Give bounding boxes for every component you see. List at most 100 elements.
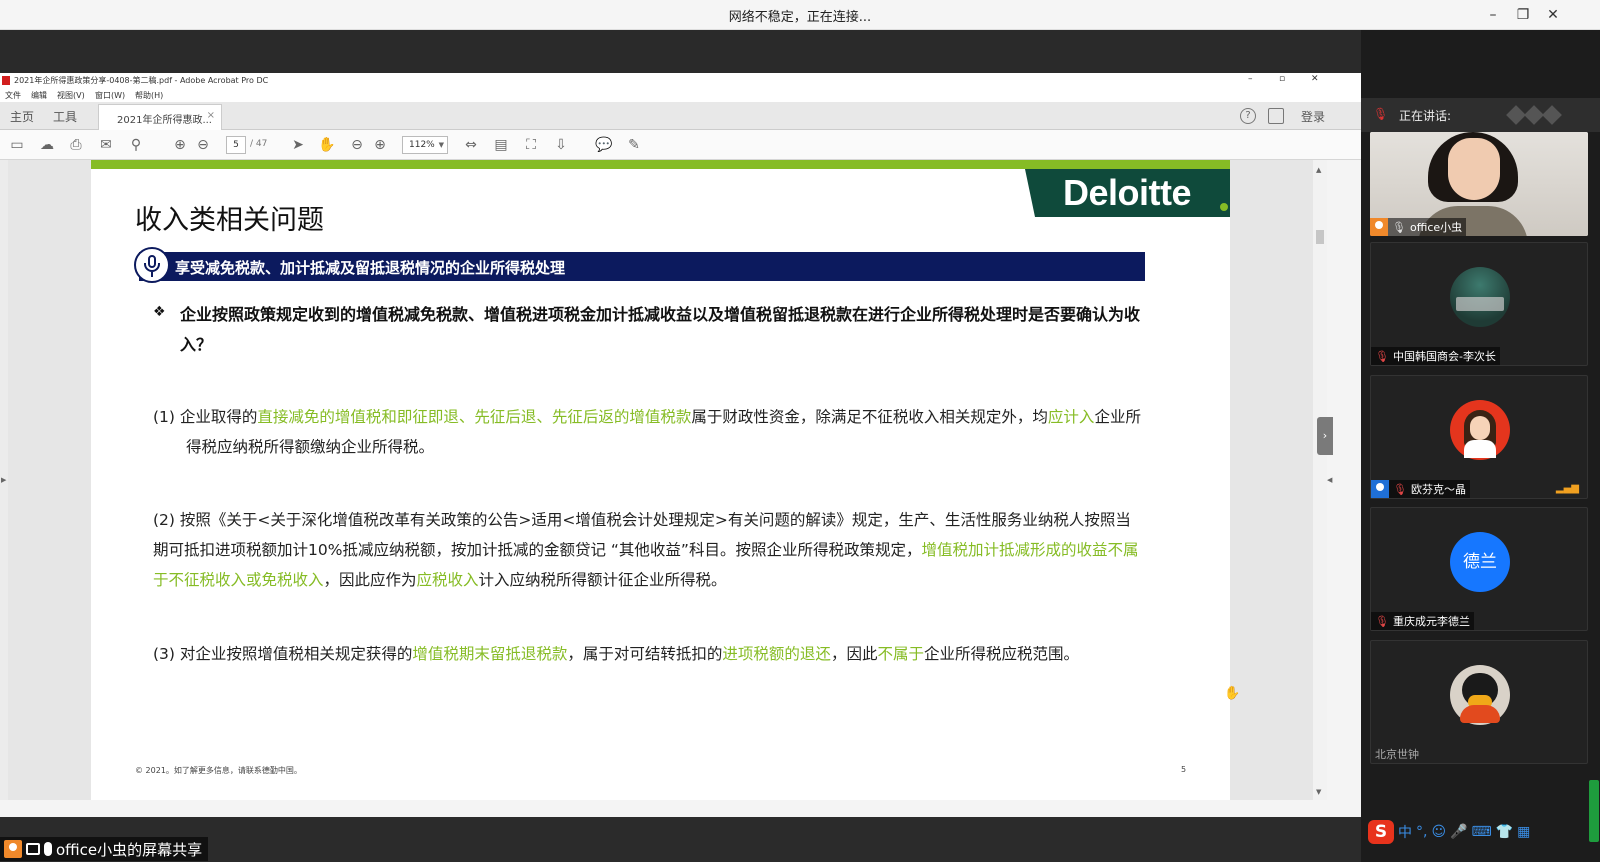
punctuation-icon[interactable]: °,: [1416, 824, 1427, 840]
hand-cursor-icon: ✋: [1224, 686, 1241, 701]
user-icon: [1371, 480, 1389, 498]
avatar: 德兰: [1450, 532, 1510, 592]
voice-input-icon[interactable]: 🎤: [1450, 824, 1467, 840]
email-icon[interactable]: ✉: [97, 136, 115, 154]
tab-home[interactable]: 主页: [10, 108, 34, 125]
p3-highlight: 不属于: [877, 645, 924, 663]
menu-window[interactable]: 窗口(W): [95, 90, 125, 101]
skin-icon[interactable]: 👕: [1496, 824, 1513, 840]
zoom-in-icon[interactable]: ⊕: [371, 136, 389, 154]
keyboard-icon[interactable]: ⌨: [1472, 824, 1492, 840]
comment-icon[interactable]: 💬: [595, 136, 613, 154]
page-number: 5: [1181, 765, 1187, 774]
menu-file[interactable]: 文件: [5, 90, 21, 101]
expand-left-icon: ▶: [1, 476, 7, 484]
vertical-scrollbar[interactable]: ▲ ▼: [1313, 160, 1327, 800]
zoom-out-icon[interactable]: ⊖: [348, 136, 366, 154]
share-top-gap: [0, 30, 1361, 73]
mobile-icon[interactable]: [1268, 108, 1284, 124]
muted-mic-icon: 🎙: [1393, 482, 1407, 496]
fit-page-icon[interactable]: ▤: [492, 136, 510, 154]
right-pane: ◀: [1327, 160, 1361, 800]
p3-text: (3) 对企业按照增值税相关规定获得的: [153, 645, 413, 663]
cloud-upload-icon[interactable]: ☁: [38, 136, 56, 154]
acrobat-minimize-button[interactable]: –: [1248, 74, 1253, 84]
participant-name-tag: 北京世钟: [1371, 745, 1423, 763]
help-icon[interactable]: ?: [1240, 108, 1256, 124]
scroll-up-icon[interactable]: ▲: [1316, 166, 1321, 174]
left-panel-edge[interactable]: ▶: [0, 160, 8, 800]
restore-button[interactable]: ❐: [1510, 4, 1536, 26]
participant-tile[interactable]: 德兰 🎙 重庆成元李德兰: [1370, 507, 1588, 631]
p2-highlight: 应税收入: [416, 571, 479, 589]
acrobat-close-button[interactable]: ✕: [1311, 74, 1319, 84]
page-total: / 47: [250, 139, 268, 149]
document-view[interactable]: Deloitte 收入类相关问题 享受减免税款、加计抵减及留抵退税情况的企业所得…: [8, 160, 1313, 800]
tab-document[interactable]: 2021年企所得惠政... ×: [98, 104, 222, 130]
tab-document-label: 2021年企所得惠政...: [117, 115, 212, 126]
zoom-select[interactable]: 112% ▼: [402, 136, 448, 154]
scroll-thumb[interactable]: [1316, 230, 1324, 244]
panel-toggle-button[interactable]: ›: [1317, 417, 1333, 455]
participant-name: 中国韩国商会-李次长: [1392, 350, 1496, 363]
participant-name-tag: 🎙 重庆成元李德兰: [1371, 612, 1474, 630]
microphone-icon: [44, 842, 52, 856]
scroll-mode-icon[interactable]: ⇩: [552, 136, 570, 154]
acrobat-tabbar: 主页 工具 2021年企所得惠政... × ? 登录: [0, 102, 1361, 130]
collapse-right-icon[interactable]: ◀: [1327, 476, 1332, 484]
menu-view[interactable]: 视图(V): [57, 90, 85, 101]
acrobat-toolbar: ▭ ☁ ⎙ ✉ ⚲ ⊕ ⊖ 5 / 47 ➤ ✋ ⊖ ⊕ 112% ▼ ⇔ ▤ …: [0, 130, 1361, 160]
page-number-input[interactable]: 5: [226, 136, 246, 154]
muted-mic-icon: 🎙: [1375, 349, 1389, 363]
save-icon[interactable]: ▭: [8, 136, 26, 154]
participant-tile[interactable]: 🎙 欧芬克～晶 ▂▄▆: [1370, 375, 1588, 499]
login-link[interactable]: 登录: [1301, 108, 1325, 125]
top-accent-bar: [91, 160, 1230, 169]
participant-name: 欧芬克～晶: [1410, 483, 1466, 496]
muted-mic-icon: 🎙: [1373, 107, 1389, 121]
print-icon[interactable]: ⎙: [67, 136, 85, 154]
toolbox-icon[interactable]: ▦: [1517, 824, 1530, 840]
zoom-value: 112%: [409, 140, 435, 150]
menu-edit[interactable]: 编辑: [31, 90, 47, 101]
chevron-down-icon: ▼: [438, 141, 444, 149]
brand-dot: [1220, 203, 1228, 211]
diamond-bullet-icon: ❖: [153, 304, 166, 320]
search-icon[interactable]: ⚲: [127, 136, 145, 154]
ime-tray: S 中 °, ☺ 🎤 ⌨ 👕 ▦: [1366, 818, 1600, 846]
participant-tile[interactable]: 🎙 office小虫: [1370, 132, 1588, 236]
participant-name-tag: 🎙 中国韩国商会-李次长: [1371, 347, 1500, 365]
brand-logo: Deloitte: [1063, 172, 1192, 213]
avatar: [1450, 400, 1510, 460]
fit-width-icon[interactable]: ⇔: [462, 136, 480, 154]
acrobat-menubar: 文件 编辑 视图(V) 窗口(W) 帮助(H): [0, 88, 1361, 102]
tab-tools[interactable]: 工具: [53, 108, 77, 125]
select-tool-icon[interactable]: ➤: [289, 136, 307, 154]
pen-icon[interactable]: ✎: [625, 136, 643, 154]
microphone-icon: [134, 247, 170, 283]
page-title: 收入类相关问题: [135, 205, 324, 236]
participant-tile[interactable]: 🎙 中国韩国商会-李次长: [1370, 242, 1588, 366]
menu-help[interactable]: 帮助(H): [135, 90, 163, 101]
tab-close-icon[interactable]: ×: [207, 110, 215, 121]
participant-tile[interactable]: 北京世钟: [1370, 640, 1588, 764]
ime-mode-label[interactable]: 中: [1398, 822, 1412, 842]
acrobat-maximize-button[interactable]: ▫: [1279, 74, 1285, 84]
participant-name-tag: 🎙 欧芬克～晶: [1371, 480, 1470, 498]
acrobat-window: 2021年企所得惠政策分享-0408-第二稿.pdf - Adobe Acrob…: [0, 73, 1361, 817]
next-page-icon[interactable]: ⊖: [194, 136, 212, 154]
share-label-text: office小虫的屏幕共享: [56, 840, 203, 859]
p1-text: 属于财政性资金，除满足不征税收入相关规定外，均: [691, 408, 1048, 426]
acrobat-window-title: 2021年企所得惠政策分享-0408-第二稿.pdf - Adobe Acrob…: [14, 76, 269, 85]
sogou-ime-icon[interactable]: S: [1368, 820, 1394, 844]
participant-name: office小虫: [1409, 221, 1463, 234]
close-button[interactable]: ✕: [1540, 4, 1566, 26]
speaking-header: 🎙 正在讲话:: [1361, 98, 1600, 132]
hand-tool-icon[interactable]: ✋: [318, 136, 336, 154]
prev-page-icon[interactable]: ⊕: [171, 136, 189, 154]
emoji-icon[interactable]: ☺: [1431, 824, 1446, 840]
section-heading: 享受减免税款、加计抵减及留抵退税情况的企业所得税处理: [175, 259, 566, 277]
minimize-button[interactable]: –: [1480, 4, 1506, 26]
scroll-down-icon[interactable]: ▼: [1316, 788, 1321, 796]
fullscreen-icon[interactable]: ⛶: [522, 136, 540, 154]
